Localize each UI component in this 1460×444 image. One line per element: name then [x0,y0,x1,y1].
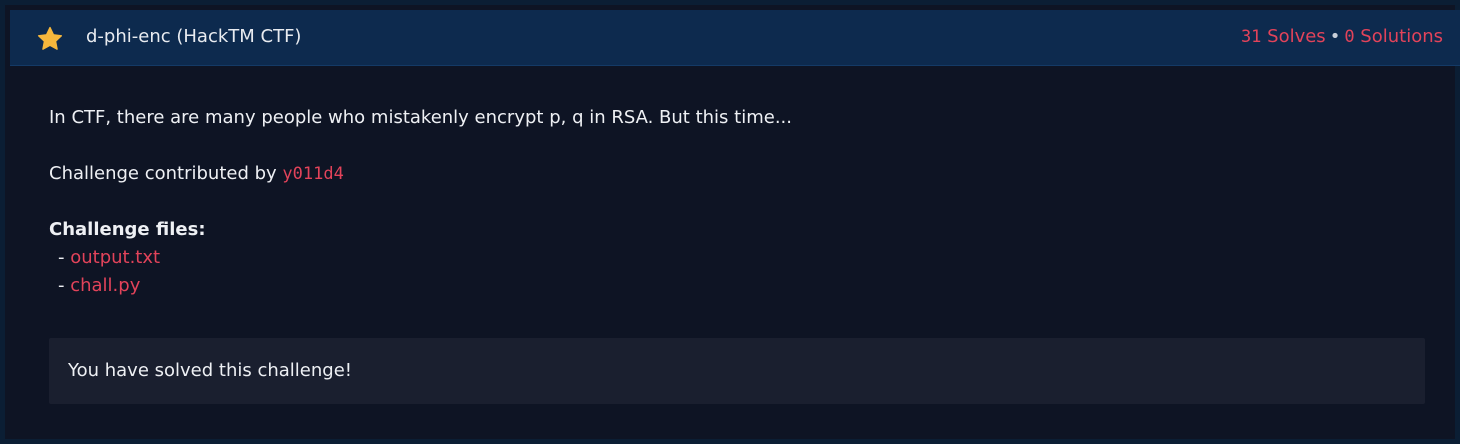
challenge-description: In CTF, there are many people who mistak… [49,107,792,128]
solves-link[interactable]: 31 Solves [1241,26,1326,47]
contributor-prefix: Challenge contributed by [49,163,283,184]
files-heading: Challenge files: [49,219,206,240]
file-list-item: - output.txt [58,244,160,272]
solved-message: You have solved this challenge! [68,360,353,381]
solved-notice: You have solved this challenge! [49,338,1425,404]
contributor-line: Challenge contributed by y011d4 [49,160,344,188]
file-link-chall-py[interactable]: chall.py [70,275,140,296]
solves-label: Solves [1261,26,1326,47]
star-icon[interactable] [36,25,64,53]
challenge-header[interactable]: d-phi-enc (HackTM CTF) 31 Solves • 0 Solut… [10,10,1460,66]
author-link[interactable]: y011d4 [282,164,343,184]
file-bullet: - [58,247,71,268]
file-list-item: - chall.py [58,272,140,300]
solves-count: 31 [1240,27,1262,47]
challenge-title: d-phi-enc (HackTM CTF) [86,26,302,47]
file-bullet: - [58,275,71,296]
stats-separator: • [1329,26,1341,47]
challenge-card: d-phi-enc (HackTM CTF) 31 Solves • 0 Solut… [0,0,1460,444]
solutions-count: 0 [1344,27,1355,47]
solutions-label: Solutions [1354,26,1443,47]
file-link-output-txt[interactable]: output.txt [70,247,160,268]
solutions-link[interactable]: 0 Solutions [1344,26,1443,47]
challenge-stats: 31 Solves • 0 Solutions [1241,25,1443,49]
